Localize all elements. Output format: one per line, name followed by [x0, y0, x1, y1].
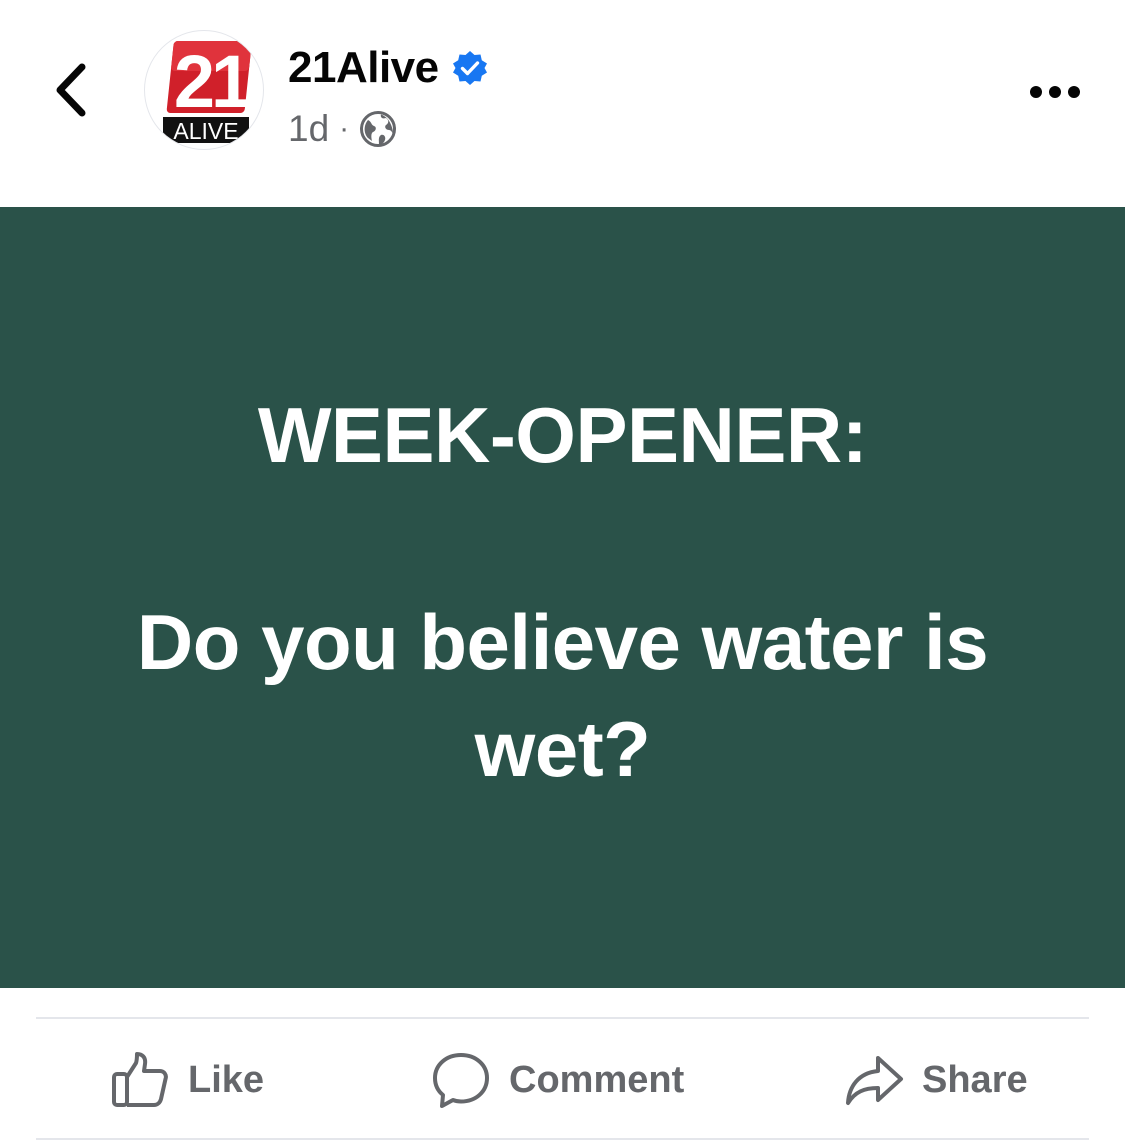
share-button[interactable]: Share	[844, 1030, 1028, 1130]
action-bar: Like Comment Share	[36, 1030, 1089, 1130]
station-logo: 21 ALIVE	[163, 40, 255, 144]
page-name[interactable]: 21Alive	[288, 38, 489, 98]
post-meta: 1d ·	[288, 104, 397, 154]
logo-text: ALIVE	[173, 118, 238, 144]
back-button[interactable]	[40, 55, 100, 125]
page-name-text: 21Alive	[288, 43, 439, 92]
verified-badge-icon	[451, 49, 489, 87]
more-options-button[interactable]	[1020, 72, 1090, 112]
logo-number: 21	[174, 40, 251, 123]
comment-label: Comment	[509, 1058, 685, 1101]
divider	[36, 1138, 1089, 1140]
post-question: Do you believe water is wet?	[136, 597, 989, 794]
post-header: 21 ALIVE 21Alive 1d ·	[0, 0, 1125, 207]
post-text-card[interactable]: WEEK-OPENER: Do you believe water is wet…	[0, 207, 1125, 988]
share-arrow-icon	[844, 1050, 904, 1110]
like-label: Like	[188, 1058, 265, 1101]
post-heading: WEEK-OPENER:	[257, 391, 868, 480]
globe-icon	[359, 110, 397, 148]
like-button[interactable]: Like	[110, 1030, 264, 1130]
thumbs-up-icon	[110, 1050, 170, 1110]
timestamp[interactable]: 1d	[288, 108, 329, 150]
chevron-left-icon	[52, 63, 88, 117]
share-label: Share	[922, 1058, 1028, 1101]
post-view: 21 ALIVE 21Alive 1d · WEEK-OPENER: Do yo…	[0, 0, 1125, 1147]
more-dots-icon	[1029, 85, 1081, 99]
comment-bubble-icon	[431, 1050, 491, 1110]
avatar[interactable]: 21 ALIVE	[144, 30, 264, 150]
meta-separator: ·	[339, 112, 350, 145]
divider	[36, 1017, 1089, 1019]
comment-button[interactable]: Comment	[431, 1030, 684, 1130]
